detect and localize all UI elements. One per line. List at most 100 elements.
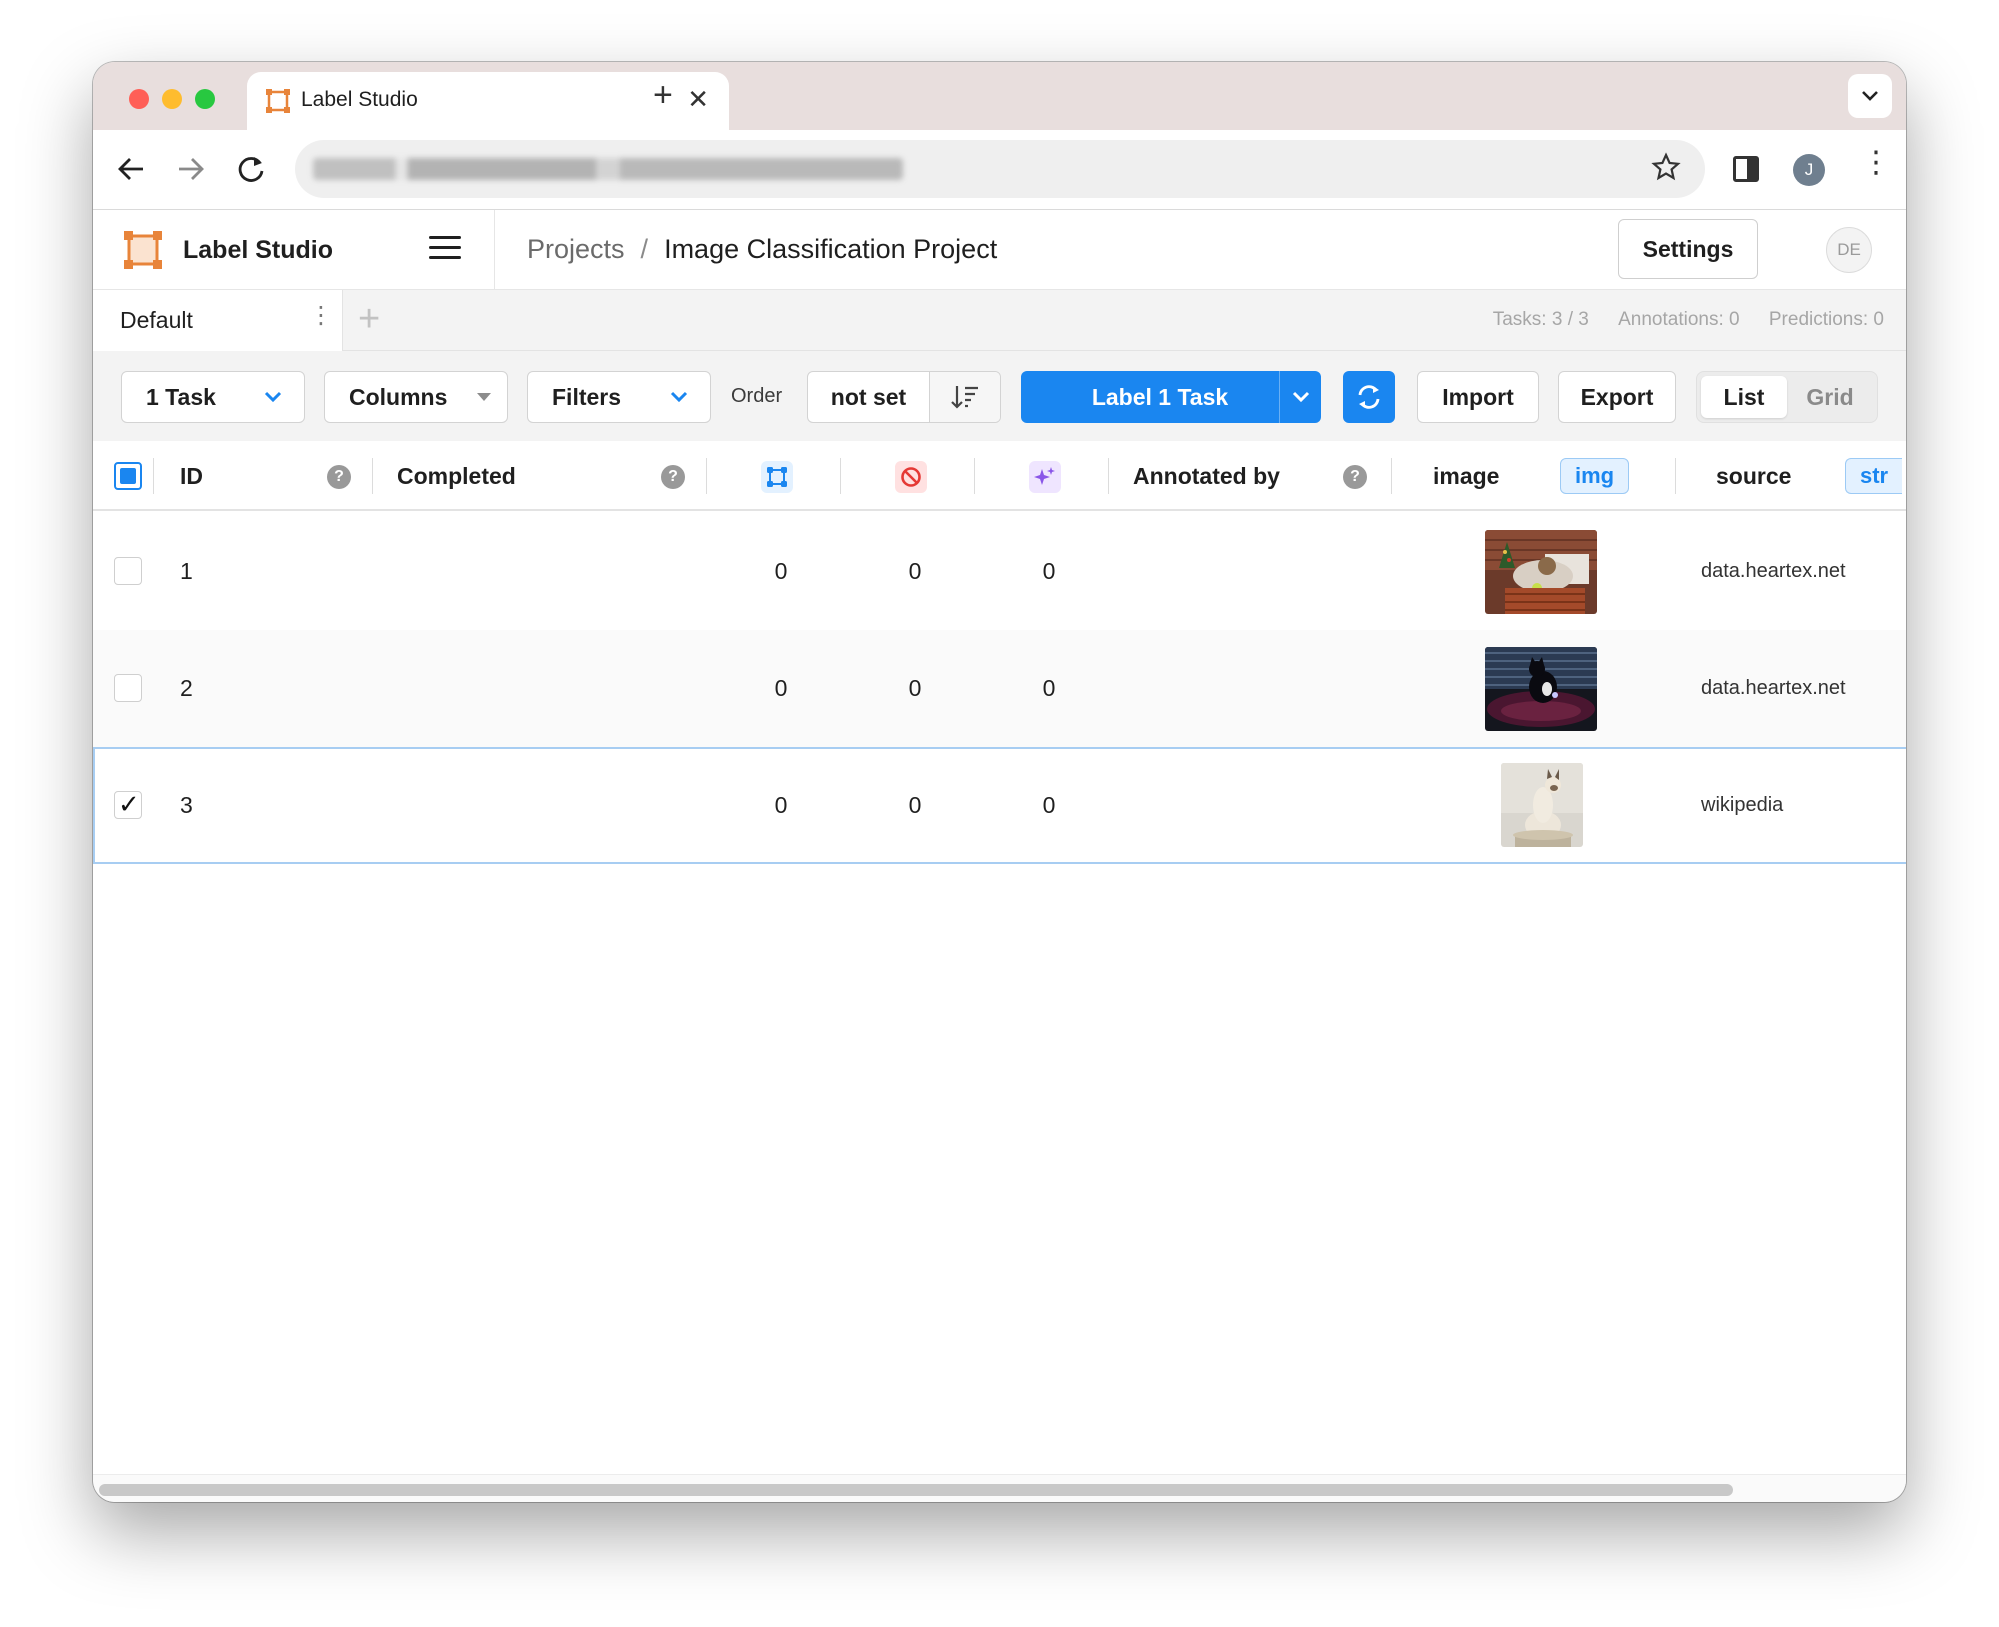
scrollbar-thumb[interactable] — [99, 1484, 1733, 1496]
browser-window: Label Studio ✕ + J ⋮ Label Studio Projec… — [93, 62, 1906, 1502]
task-id: 1 — [180, 558, 193, 584]
sort-direction-button[interactable] — [930, 372, 1000, 422]
browser-menu-icon[interactable]: ⋮ — [1861, 148, 1891, 178]
maximize-window-button[interactable] — [195, 89, 215, 109]
help-icon[interactable]: ? — [327, 465, 351, 489]
table-row-selected[interactable]: 3 0 0 0 wikipedia — [93, 747, 1906, 864]
minimize-window-button[interactable] — [162, 89, 182, 109]
tab-search-button[interactable] — [1848, 74, 1892, 118]
browser-toolbar: J ⋮ — [93, 130, 1906, 210]
table-header: ID ? Completed ? Annotated by ? image im… — [93, 441, 1906, 511]
label-studio-logo-icon[interactable] — [123, 230, 163, 270]
reload-icon[interactable] — [237, 154, 265, 184]
cancelled-count-cell: 0 — [908, 792, 922, 818]
view-mode-list[interactable]: List — [1701, 376, 1787, 418]
settings-button[interactable]: Settings — [1618, 219, 1758, 279]
row-checkbox-checked[interactable] — [114, 789, 142, 820]
table-row[interactable]: 2 0 0 0 data.heartex.net — [93, 630, 1906, 747]
breadcrumb-project-title: Image Classification Project — [664, 234, 998, 264]
side-panel-icon[interactable] — [1733, 156, 1759, 182]
black-cat-on-rug-image — [1485, 647, 1597, 731]
column-header-id[interactable]: ID — [180, 441, 203, 511]
horizontal-scrollbar[interactable] — [93, 1474, 1906, 1502]
close-window-button[interactable] — [129, 89, 149, 109]
address-bar[interactable] — [295, 140, 1705, 198]
task-image-thumbnail[interactable] — [1485, 530, 1597, 614]
annotations-icon[interactable] — [761, 461, 793, 493]
chevron-down-icon — [1862, 91, 1878, 101]
order-control: not set — [807, 371, 1001, 423]
view-mode-grid[interactable]: Grid — [1787, 376, 1873, 418]
chevron-down-icon — [264, 391, 282, 403]
row-checkbox[interactable] — [114, 557, 142, 585]
app-header: Label Studio Projects / Image Classificati… — [93, 210, 1906, 290]
breadcrumb: Projects / Image Classification Project — [527, 234, 997, 265]
tasks-actions-label: 1 Task — [146, 383, 216, 410]
task-source: wikipedia — [1701, 794, 1784, 816]
annotations-count-cell: 0 — [774, 558, 788, 584]
label-tasks-label: Label 1 Task — [1091, 383, 1229, 410]
sparkles-icon — [1034, 467, 1055, 485]
table-row[interactable]: 1 0 0 0 data.heartex.net — [93, 513, 1906, 630]
chevron-down-icon — [1292, 391, 1309, 403]
filters-button[interactable]: Filters — [527, 371, 711, 423]
tab-menu-icon[interactable]: ⋮ — [309, 304, 333, 328]
views-tab-bar: Default ⋮ + Tasks: 3 / 3 Annotations: 0 … — [93, 290, 1906, 351]
task-source: data.heartex.net — [1701, 560, 1846, 582]
column-header-annotated-by[interactable]: Annotated by — [1133, 441, 1280, 511]
refresh-button[interactable] — [1343, 371, 1395, 423]
actions-toolbar: 1 Task Columns Filters Order not set Lab… — [93, 351, 1906, 441]
columns-button[interactable]: Columns — [324, 371, 508, 423]
filters-label: Filters — [552, 383, 622, 410]
refresh-icon — [1358, 385, 1380, 409]
bookmark-star-icon[interactable] — [1651, 152, 1681, 182]
select-all-checkbox[interactable] — [114, 462, 142, 490]
column-header-image[interactable]: image — [1433, 441, 1499, 511]
label-options-dropdown[interactable] — [1279, 371, 1321, 423]
import-button[interactable]: Import — [1417, 371, 1539, 423]
new-tab-button[interactable]: + — [653, 76, 673, 115]
predictions-count-cell: 0 — [1042, 675, 1056, 701]
hamburger-menu-icon[interactable] — [429, 236, 461, 260]
project-stats: Tasks: 3 / 3 Annotations: 0 Predictions:… — [1469, 309, 1884, 331]
tab-default[interactable]: Default ⋮ — [93, 290, 343, 351]
order-select[interactable]: not set — [808, 372, 930, 422]
tab-close-icon[interactable]: ✕ — [687, 84, 709, 115]
cancelled-count-cell: 0 — [908, 558, 922, 584]
help-icon[interactable]: ? — [661, 465, 685, 489]
label-studio-logo-icon — [266, 89, 290, 113]
row-checkbox[interactable] — [114, 674, 142, 702]
task-image-thumbnail[interactable] — [1501, 763, 1583, 847]
export-button[interactable]: Export — [1558, 371, 1676, 423]
help-icon[interactable]: ? — [1343, 465, 1367, 489]
predictions-count-cell: 0 — [1042, 792, 1056, 818]
user-avatar[interactable]: DE — [1826, 227, 1872, 273]
browser-profile-avatar[interactable]: J — [1793, 154, 1825, 186]
forward-arrow-icon[interactable] — [177, 156, 205, 182]
caret-down-icon — [477, 393, 491, 401]
chevron-down-icon — [670, 391, 688, 403]
app-name: Label Studio — [183, 236, 333, 264]
tasks-actions-button[interactable]: 1 Task — [121, 371, 305, 423]
annotations-icon-glyph — [767, 467, 787, 487]
column-header-completed[interactable]: Completed — [397, 441, 516, 511]
column-header-source[interactable]: source — [1716, 441, 1791, 511]
label-tasks-button[interactable]: Label 1 Task — [1021, 371, 1321, 423]
cancelled-icon-glyph — [901, 467, 921, 487]
predictions-icon[interactable] — [1029, 461, 1061, 493]
breadcrumb-projects-link[interactable]: Projects — [527, 234, 625, 264]
predictions-count: Predictions: 0 — [1768, 309, 1884, 330]
tasks-count: Tasks: 3 / 3 — [1492, 309, 1589, 330]
column-divider — [1675, 458, 1676, 494]
column-divider — [153, 458, 154, 494]
back-arrow-icon[interactable] — [117, 156, 145, 182]
cancelled-icon[interactable] — [895, 461, 927, 493]
column-divider — [706, 458, 707, 494]
source-type-tag: str — [1845, 458, 1903, 494]
task-id: 2 — [180, 675, 193, 701]
add-view-button[interactable]: + — [358, 298, 380, 341]
task-image-thumbnail[interactable] — [1485, 647, 1597, 731]
task-source: data.heartex.net — [1701, 677, 1846, 699]
task-id: 3 — [180, 792, 193, 818]
column-divider — [372, 458, 373, 494]
